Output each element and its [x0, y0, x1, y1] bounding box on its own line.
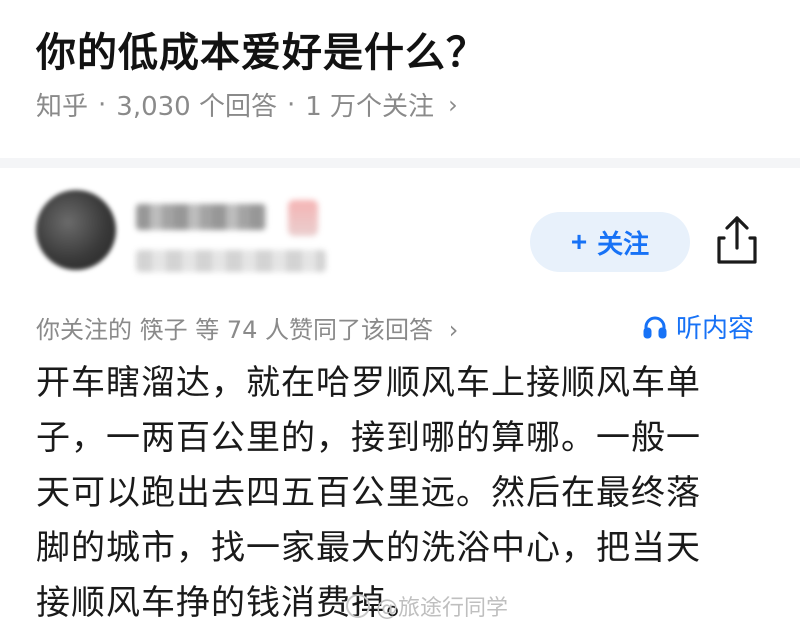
answer-line: 天可以跑出去四五百公里远。然后在最终落: [36, 473, 701, 513]
section-divider: [0, 158, 800, 168]
source-label: 知乎: [36, 92, 89, 122]
question-meta[interactable]: 知乎 · 3,030 个回答 · 1 万个关注 ›: [36, 86, 458, 123]
social-proof[interactable]: 你关注的 筷子 等 74 人赞同了该回答 ›: [36, 310, 458, 345]
avatar[interactable]: [36, 190, 116, 270]
meta-separator-2: ·: [286, 89, 296, 120]
follow-button[interactable]: + 关注: [530, 212, 690, 272]
chevron-right-icon: ›: [448, 90, 458, 119]
listen-button[interactable]: 听内容: [642, 308, 754, 345]
meta-separator: ·: [98, 89, 107, 120]
follower-count: 1 万个关注: [305, 92, 435, 122]
answer-count: 3,030 个回答: [116, 92, 277, 122]
listen-label: 听内容: [676, 314, 755, 344]
author-badge: [288, 200, 318, 236]
answer-line: 开车瞎溜达，就在哈罗顺风车上接顺风车单: [36, 363, 701, 403]
share-icon[interactable]: [712, 212, 762, 268]
plus-icon: +: [570, 226, 588, 257]
watermark: @旅途行同学: [346, 590, 508, 622]
question-title[interactable]: 你的低成本爱好是什么？: [36, 20, 487, 78]
follow-label: 关注: [597, 228, 650, 259]
headphones-icon: [643, 316, 667, 338]
answer-line: 脚的城市，找一家最大的洗浴中心，把当天: [36, 528, 701, 568]
weibo-icon: [346, 594, 370, 618]
watermark-text: @旅途行同学: [376, 596, 509, 621]
answer-line: 子，一两百公里的，接到哪的算哪。一般一: [36, 418, 701, 458]
social-proof-text: 你关注的 筷子 等 74 人赞同了该回答: [36, 316, 434, 344]
chevron-right-icon: ›: [448, 316, 459, 344]
author-name[interactable]: [136, 204, 266, 230]
author-bio: [136, 250, 326, 272]
